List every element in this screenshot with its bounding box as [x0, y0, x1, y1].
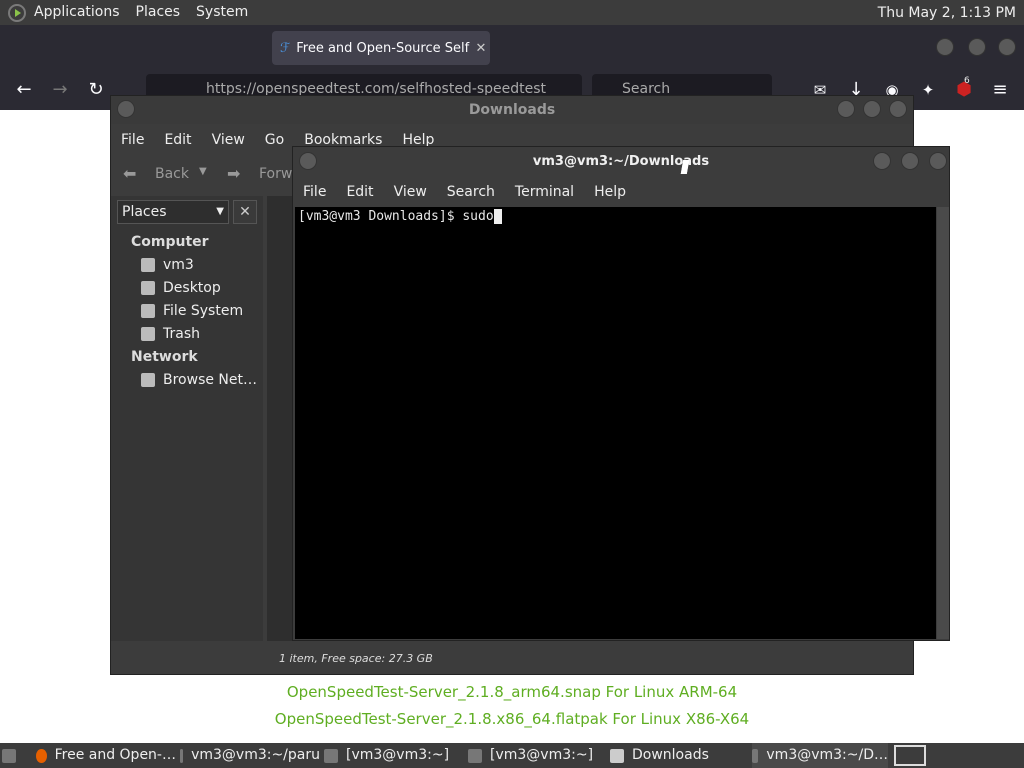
- ublock-badge: 6: [964, 76, 970, 86]
- folder-icon: [610, 748, 624, 763]
- taskbar: Free and Open-… vm3@vm3:~/paru [vm3@vm3:…: [0, 743, 1024, 768]
- sidebar-item-filesystem[interactable]: File System: [141, 303, 243, 319]
- terminal-menu-view[interactable]: View: [384, 184, 437, 200]
- workspace-switcher[interactable]: [894, 745, 926, 766]
- text-cursor: [493, 209, 502, 224]
- sidebar-heading-network: Network: [131, 349, 198, 365]
- drive-icon: [141, 304, 155, 318]
- task-terminal-paru[interactable]: vm3@vm3:~/paru: [180, 743, 320, 768]
- task-firefox[interactable]: Free and Open-…: [36, 743, 176, 768]
- task-label: [vm3@vm3:~]: [490, 747, 594, 763]
- download-link-arm64[interactable]: OpenSpeedTest-Server_2.1.8_arm64.snap Fo…: [0, 683, 1024, 701]
- fm-forward-button[interactable]: Forw: [259, 166, 292, 182]
- terminal-menu-search[interactable]: Search: [437, 184, 505, 200]
- sidebar-item-label: Browse Net…: [163, 372, 258, 388]
- fm-menu-go[interactable]: Go: [255, 132, 294, 148]
- sidebar-item-label: vm3: [163, 257, 194, 273]
- window-minimize-button[interactable]: [936, 38, 954, 56]
- fm-menu-view[interactable]: View: [202, 132, 255, 148]
- fm-menu-file[interactable]: File: [111, 132, 154, 148]
- terminal-icon: [468, 748, 482, 763]
- menu-applications[interactable]: Applications: [26, 0, 128, 25]
- places-dropdown[interactable]: Places ▼: [117, 200, 229, 224]
- forward-arrow-icon[interactable]: →: [48, 78, 72, 102]
- close-sidebar-icon[interactable]: ✕: [233, 200, 257, 224]
- menu-hamburger-icon[interactable]: ≡: [988, 78, 1012, 102]
- fm-close-button[interactable]: [889, 100, 907, 118]
- terminal-icon: [324, 748, 338, 763]
- close-tab-icon[interactable]: ✕: [472, 41, 490, 56]
- terminal-window: vm3@vm3:~/Downloads File Edit View Searc…: [292, 146, 950, 641]
- task-label: [vm3@vm3:~]: [346, 747, 450, 763]
- terminal-maximize-button[interactable]: [901, 152, 919, 170]
- task-terminal-downloads[interactable]: vm3@vm3:~/D…: [752, 743, 888, 768]
- top-panel: Applications Places System Thu May 2, 1:…: [0, 0, 1024, 25]
- gnome-foot-icon[interactable]: [8, 3, 26, 22]
- sidebar-item-desktop[interactable]: Desktop: [141, 280, 221, 296]
- task-terminal-home-2[interactable]: [vm3@vm3:~]: [468, 743, 608, 768]
- clock[interactable]: Thu May 2, 1:13 PM: [878, 5, 1024, 21]
- tab-title: Free and Open-Source Self: [296, 40, 470, 56]
- firefox-tabbar: [0, 25, 1024, 70]
- task-downloads[interactable]: Downloads: [610, 743, 750, 768]
- terminal-close-button[interactable]: [929, 152, 947, 170]
- window-close-button[interactable]: [998, 38, 1016, 56]
- fm-maximize-button[interactable]: [863, 100, 881, 118]
- show-desktop-button[interactable]: [2, 743, 24, 768]
- terminal-menu-terminal[interactable]: Terminal: [505, 184, 584, 200]
- reload-icon[interactable]: ↻: [84, 78, 108, 102]
- terminal-minimize-button[interactable]: [873, 152, 891, 170]
- terminal-prompt-line: [vm3@vm3 Downloads]$ sudo: [298, 209, 494, 224]
- sidebar-item-browse-network[interactable]: Browse Net…: [141, 372, 257, 388]
- fm-menu-button[interactable]: [117, 100, 135, 118]
- task-label: vm3@vm3:~/paru: [191, 747, 320, 763]
- trash-icon: [141, 327, 155, 341]
- places-dropdown-label: Places: [122, 204, 167, 220]
- terminal-screen[interactable]: [vm3@vm3 Downloads]$ sudo: [295, 207, 936, 639]
- terminal-icon: [752, 748, 759, 763]
- window-maximize-button[interactable]: [968, 38, 986, 56]
- tab-favicon-icon: ℱ: [280, 40, 291, 56]
- terminal-menu-edit[interactable]: Edit: [336, 184, 383, 200]
- task-label: Free and Open-…: [54, 747, 176, 763]
- home-folder-icon: [141, 258, 155, 272]
- back-arrow-icon[interactable]: ←: [12, 78, 36, 102]
- task-label: vm3@vm3:~/D…: [766, 747, 888, 763]
- menu-places[interactable]: Places: [128, 0, 189, 25]
- browser-tab[interactable]: ℱ Free and Open-Source Self ✕: [272, 31, 490, 65]
- terminal-menu-button[interactable]: [299, 152, 317, 170]
- task-terminal-home-1[interactable]: [vm3@vm3:~]: [324, 743, 464, 768]
- sidebar-item-label: Desktop: [163, 280, 221, 296]
- sidebar-item-vm3[interactable]: vm3: [141, 257, 194, 273]
- fm-back-button[interactable]: Back: [155, 166, 189, 182]
- back-icon[interactable]: ⬅: [123, 164, 136, 183]
- terminal-icon: [180, 748, 184, 763]
- terminal-title: vm3@vm3:~/Downloads: [532, 154, 710, 169]
- desktop-icon: [141, 281, 155, 295]
- back-dropdown-icon[interactable]: ▼: [199, 166, 207, 177]
- file-manager-title: Downloads: [111, 96, 913, 124]
- terminal-menu-help[interactable]: Help: [584, 184, 636, 200]
- firefox-icon: [36, 748, 47, 763]
- task-label: Downloads: [632, 747, 709, 763]
- network-icon: [141, 373, 155, 387]
- menu-system[interactable]: System: [188, 0, 256, 25]
- fm-sidebar: Places ▼ ✕ Computer vm3 Desktop File Sys…: [111, 196, 263, 641]
- sidebar-item-trash[interactable]: Trash: [141, 326, 200, 342]
- terminal-menu-file[interactable]: File: [293, 184, 336, 200]
- sidebar-heading-computer: Computer: [131, 234, 209, 250]
- terminal-menubar: File Edit View Search Terminal Help: [293, 179, 949, 205]
- sidebar-item-label: File System: [163, 303, 244, 319]
- desktop-icon: [2, 748, 16, 763]
- chevron-down-icon: ▼: [216, 206, 224, 217]
- fm-statusbar: 1 item, Free space: 27.3 GB: [279, 652, 433, 665]
- fm-minimize-button[interactable]: [837, 100, 855, 118]
- extensions-icon[interactable]: ✦: [916, 78, 940, 102]
- forward-icon[interactable]: ➡: [227, 164, 240, 183]
- terminal-scrollbar[interactable]: [937, 207, 949, 639]
- download-link-x64[interactable]: OpenSpeedTest-Server_2.1.8.x86_64.flatpa…: [0, 710, 1024, 728]
- sidebar-item-label: Trash: [163, 326, 200, 342]
- fm-menu-edit[interactable]: Edit: [154, 132, 201, 148]
